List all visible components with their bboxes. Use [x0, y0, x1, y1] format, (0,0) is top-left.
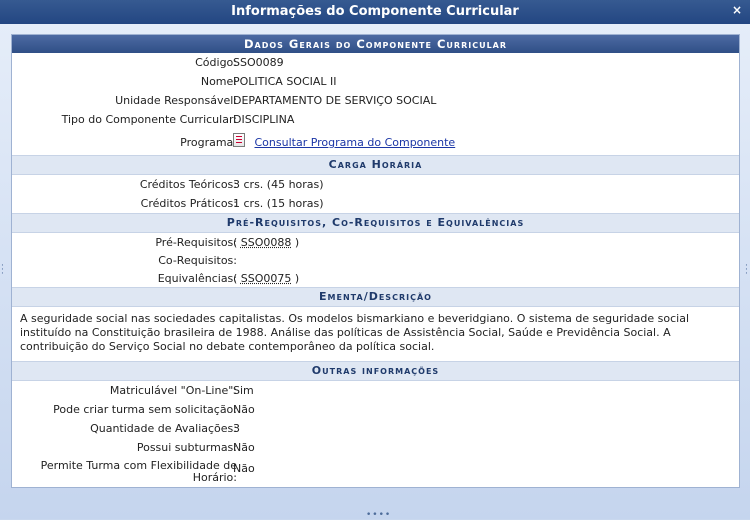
window-body: · · · · · · •••• Dados Gerais do Componente …	[0, 24, 750, 520]
nome-value: POLITICA SOCIAL II	[233, 75, 337, 88]
equivalencias-label: Equivalências:	[157, 272, 237, 285]
pre-requisitos-value: ( SSO0088 )	[233, 233, 299, 252]
pre-open-paren: (	[233, 236, 238, 249]
avaliacoes-value: 3	[233, 422, 240, 435]
praticos-value: 1 crs. (15 horas)	[233, 197, 324, 210]
flexibilidade-value: Não	[233, 462, 255, 475]
section-caption-ementa: Ementa/Descrição	[12, 287, 739, 307]
field-programa: Programa: Consultar Programa do Componen…	[12, 131, 739, 155]
close-icon[interactable]: ×	[730, 3, 744, 17]
flexibilidade-label-line-2: Horário:	[192, 471, 237, 484]
field-creditos-praticos: Créditos Práticos: 1 crs. (15 horas)	[12, 194, 739, 213]
equivalencias-value: ( SSO0075 )	[233, 269, 299, 288]
field-unidade: Unidade Responsável: DEPARTAMENTO DE SER…	[12, 91, 739, 110]
field-avaliacoes: Quantidade de Avaliações: 3	[12, 419, 739, 438]
field-pre-requisitos: Pré-Requisitos: ( SSO0088 )	[12, 233, 739, 252]
pre-close-paren: )	[294, 236, 300, 249]
consultar-programa-link[interactable]: Consultar Programa do Componente	[255, 136, 456, 149]
flexibilidade-label: Permite Turma com Flexibilidade de Horár…	[41, 460, 237, 484]
pre-requisito-link[interactable]: SSO0088	[241, 236, 292, 249]
field-matriculavel: Matriculável "On-Line": Sim	[12, 381, 739, 400]
co-requisitos-label: Co-Requisitos:	[158, 254, 237, 267]
field-flexibilidade: Permite Turma com Flexibilidade de Horár…	[12, 459, 739, 485]
section-caption-carga-horaria: Carga Horária	[12, 155, 739, 175]
matriculavel-label: Matriculável "On-Line":	[109, 384, 237, 397]
field-tipo: Tipo do Componente Curricular: DISCIPLIN…	[12, 110, 739, 129]
subturmas-value: Não	[233, 441, 255, 454]
unidade-label: Unidade Responsável:	[115, 94, 237, 107]
field-co-requisitos: Co-Requisitos:	[12, 251, 739, 270]
teoricos-value: 3 crs. (45 horas)	[233, 178, 324, 191]
resize-grip-left-icon[interactable]: · · ·	[1, 262, 5, 279]
equiv-close-paren: )	[294, 272, 300, 285]
field-subturmas: Possui subturmas: Não	[12, 438, 739, 457]
field-nome: Nome: POLITICA SOCIAL II	[12, 72, 739, 91]
field-equivalencias: Equivalências: ( SSO0075 )	[12, 269, 739, 288]
subturmas-label: Possui subturmas:	[136, 441, 237, 454]
window-titlebar: Informações do Componente Curricular ×	[0, 0, 750, 25]
window-title: Informações do Componente Curricular	[231, 4, 519, 19]
resize-grip-bottom-icon[interactable]: ••••	[366, 511, 391, 520]
programa-label: Programa:	[180, 136, 237, 149]
ementa-text: A seguridade social nas sociedades capit…	[20, 312, 690, 353]
avaliacoes-label: Quantidade de Avaliações:	[90, 422, 237, 435]
teoricos-label: Créditos Teóricos:	[139, 178, 237, 191]
nome-label: Nome:	[200, 75, 237, 88]
codigo-value: SSO0089	[233, 56, 284, 69]
section-caption-outras: Outras informações	[12, 361, 739, 381]
matriculavel-value: Sim	[233, 384, 254, 397]
component-details-panel: Dados Gerais do Componente Curricular Có…	[11, 34, 740, 488]
field-criar-turma: Pode criar turma sem solicitação: Não	[12, 400, 739, 419]
section-caption-requisitos: Pré-Requisitos, Co-Requisitos e Equivalê…	[12, 213, 739, 233]
equiv-open-paren: (	[233, 272, 238, 285]
criar-turma-value: Não	[233, 403, 255, 416]
unidade-value: DEPARTAMENTO DE SERVIÇO SOCIAL	[233, 94, 437, 107]
tipo-label: Tipo do Componente Curricular:	[61, 113, 237, 126]
programa-value: Consultar Programa do Componente	[233, 131, 455, 155]
criar-turma-label: Pode criar turma sem solicitação:	[53, 403, 237, 416]
praticos-label: Créditos Práticos:	[140, 197, 237, 210]
section-caption-dados-gerais: Dados Gerais do Componente Curricular	[12, 35, 739, 53]
codigo-label: Código:	[195, 56, 237, 69]
field-creditos-teoricos: Créditos Teóricos: 3 crs. (45 horas)	[12, 175, 739, 194]
field-codigo: Código: SSO0089	[12, 53, 739, 72]
tipo-value: DISCIPLINA	[233, 113, 295, 126]
document-icon[interactable]	[233, 133, 245, 147]
pre-requisitos-label: Pré-Requisitos:	[155, 236, 237, 249]
resize-grip-right-icon[interactable]: · · ·	[745, 262, 749, 279]
equivalencia-link[interactable]: SSO0075	[241, 272, 292, 285]
